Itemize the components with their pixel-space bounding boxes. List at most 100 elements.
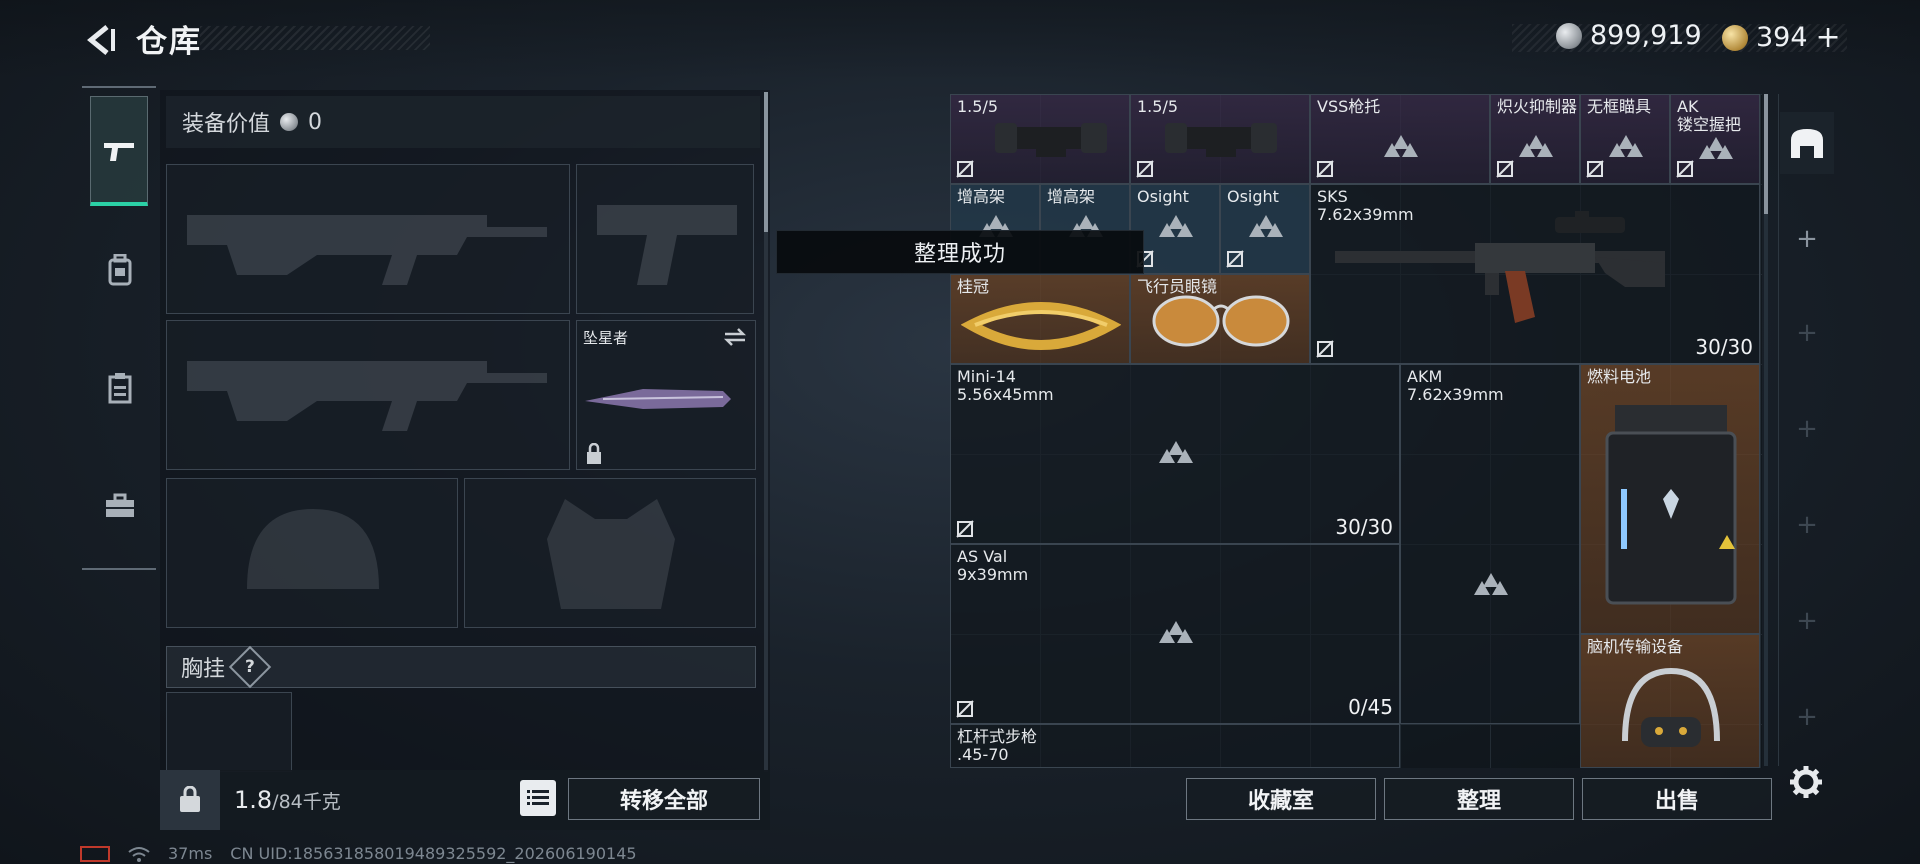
item-laurel[interactable]: 桂冠 [950,274,1130,364]
item-label: Osight [1137,187,1189,206]
item-sks[interactable]: SKS 7.62x39mm 30/30 [1310,184,1760,364]
item-label: AS Val 9x39mm [957,547,1029,584]
primary-weapon-slot-2[interactable] [166,320,570,470]
locked-container-slot: + [1796,702,1818,732]
list-icon [527,790,549,805]
item-label: VSS枪托 [1317,97,1381,116]
sunglasses-icon [1152,295,1290,347]
equipment-value-amount: 0 [308,109,323,135]
sell-button[interactable]: 出售 [1582,778,1772,820]
silver-coin-icon [1556,22,1582,49]
no-insure-icon [956,520,974,538]
equipment-value-label: 装备价值 [182,112,271,137]
pistol-icon [104,142,134,161]
weight-lock-button[interactable] [160,770,220,830]
settings-button[interactable] [1786,762,1826,802]
gold-coin-icon [1722,24,1748,51]
knife-icon [585,389,731,409]
back-arrow-icon [87,25,115,55]
placeholder-triangles-icon [1384,135,1418,157]
item-label: 1.5/5 [957,97,999,116]
weight-icon [180,786,200,812]
battery-box-icon [1605,405,1737,605]
item-suppressor[interactable]: 炽火抑制器 [1490,94,1580,184]
grid-scrollbar-thumb[interactable] [1764,94,1768,214]
melee-slot[interactable]: 坠星者 [576,320,756,470]
lock-icon [587,443,601,464]
item-osight-2[interactable]: Osight [1220,184,1310,274]
rail-tab-clipboard[interactable] [90,358,150,418]
item-label: 1.5/5 [1137,97,1179,116]
no-insure-icon [1586,160,1604,178]
item-scope-1[interactable]: 1.5/5 [950,94,1130,184]
toast-message: 整理成功 [776,230,1144,274]
melee-slot-label: 坠星者 [583,329,629,347]
item-label: Mini-14 5.56x45mm [957,367,1054,404]
helmet-slot[interactable] [166,478,458,628]
headset-icon [1622,667,1720,747]
item-fuel-cell[interactable]: 燃料电池 [1580,364,1760,634]
add-container-button[interactable]: + [1790,222,1824,256]
rail-tab-toolbox[interactable] [90,476,150,536]
weight-max: /84千克 [272,791,341,813]
left-scrollbar-thumb[interactable] [764,92,768,232]
locked-container-slot: + [1796,318,1818,348]
no-insure-icon [1136,160,1154,178]
sort-button[interactable]: 整理 [1384,778,1574,820]
item-frameless-sight[interactable]: 无框瞄具 [1580,94,1670,184]
pistol-slot[interactable] [576,164,754,314]
equipment-value-bar: 装备价值 0 [166,96,760,148]
toolbox-icon [106,493,134,517]
add-gold-button[interactable]: + [1816,20,1841,55]
ping-readout: 37ms [168,844,213,863]
silver-currency: 899,919 [1556,20,1702,51]
back-button[interactable] [78,18,122,62]
item-akm[interactable]: AKM 7.62x39mm [1400,364,1580,724]
placeholder-triangles-icon [1249,215,1283,237]
item-scope-2[interactable]: 1.5/5 [1130,94,1310,184]
item-as-val[interactable]: AS Val 9x39mm 0/45 [950,544,1400,724]
ammo-count: 30/30 [1335,515,1393,539]
item-lever-rifle[interactable]: 杠杆式步枪 .45-70 [950,724,1400,768]
item-label: 增高架 [1047,187,1096,206]
stash-icon [1791,129,1823,158]
help-icon: ? [245,657,255,677]
item-vss-stock[interactable]: VSS枪托 [1310,94,1490,184]
clipboard-icon [108,373,132,404]
no-insure-icon [1226,250,1244,268]
silver-amount: 899,919 [1590,20,1702,51]
ammo-count: 0/45 [1348,695,1393,719]
item-aviator-glasses[interactable]: 飞行员眼镜 [1130,274,1310,364]
list-view-button[interactable] [520,780,556,816]
container-tab-stash[interactable] [1780,112,1834,174]
item-ak-grip[interactable]: AK 镂空握把 [1670,94,1760,184]
no-insure-icon [1676,160,1694,178]
armor-slot[interactable] [464,478,756,628]
no-insure-icon [1316,160,1334,178]
backpack-icon [108,254,132,286]
transfer-all-button[interactable]: 转移全部 [568,778,760,820]
locked-container-slot: + [1796,510,1818,540]
gold-currency[interactable]: 394 + [1722,20,1841,55]
battery-icon [80,845,110,862]
uid-readout: CN UID:18563185801948932559​2_2026061901… [230,844,637,863]
rifle-silhouette-icon [187,215,547,285]
vest-silhouette-icon [547,499,675,609]
item-label: 炽火抑制器 [1497,97,1578,116]
status-line: 37ms CN UID:18563185801948932559​2_20260… [80,844,637,863]
chest-rig-slot[interactable] [166,692,292,772]
chest-rig-label: 胸挂 [181,657,226,682]
item-label: 燃料电池 [1587,367,1652,386]
primary-weapon-slot-1[interactable] [166,164,570,314]
laurel-crown-icon [961,302,1121,350]
collection-room-button[interactable]: 收藏室 [1186,778,1376,820]
title-decoration [200,26,430,50]
item-neural-device[interactable]: 脑机传输设备 [1580,634,1760,768]
item-mini-14[interactable]: Mini-14 5.56x45mm 30/30 [950,364,1400,544]
rifle-silhouette-icon [187,361,547,431]
placeholder-triangles-icon [1159,215,1193,237]
rail-tab-weapons[interactable] [90,96,148,206]
chest-rig-help-button[interactable]: ? [228,645,272,689]
rail-tab-backpack[interactable] [90,240,150,300]
scope-icon [995,123,1107,157]
